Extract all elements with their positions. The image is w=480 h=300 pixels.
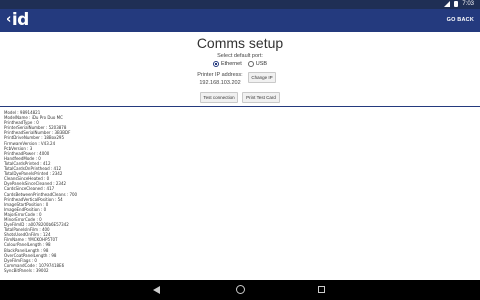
android-nav-bar — [0, 280, 480, 300]
ip-label: Printer IP address: — [197, 72, 243, 78]
change-ip-button[interactable]: Change IP — [248, 72, 276, 83]
ip-address-block: Printer IP address: 192.168.103.202 — [190, 71, 250, 87]
radio-unselected-icon — [247, 61, 254, 67]
ethernet-radio[interactable]: Ethernet — [212, 61, 242, 67]
home-icon[interactable] — [236, 285, 245, 294]
page-title: Comms setup — [196, 35, 284, 51]
port-prompt: Select default port: — [217, 53, 263, 59]
usb-radio-label: USB — [255, 61, 268, 67]
status-bar: 7:03 — [0, 0, 480, 9]
recent-apps-icon[interactable] — [318, 286, 325, 293]
printer-info-line: SyncBitPanels : 39002 — [4, 267, 49, 273]
app-logo: ‹id — [6, 10, 29, 30]
signal-icon — [444, 1, 451, 7]
status-icons: 7:03 — [444, 1, 474, 7]
comms-setup-panel: Comms setup Select default port: Etherne… — [0, 32, 480, 106]
app-bar: ‹id GO BACK — [0, 9, 480, 32]
back-icon[interactable] — [153, 286, 160, 294]
port-radio-group: Ethernet USB — [0, 61, 480, 67]
ip-value: 192.168.103.202 — [199, 80, 241, 86]
usb-radio[interactable]: USB — [247, 61, 268, 67]
section-divider — [0, 106, 480, 107]
logo-chevron-icon: ‹ — [6, 12, 11, 27]
test-connection-button[interactable]: Test connection — [200, 92, 238, 103]
go-back-button[interactable]: GO BACK — [447, 17, 474, 23]
battery-icon — [454, 1, 459, 7]
status-time: 7:03 — [462, 1, 474, 7]
ethernet-radio-label: Ethernet — [220, 61, 242, 67]
printer-info-list: Model : 98914821 ModelName : iDu Pro Duo … — [4, 110, 204, 273]
logo-text: id — [11, 10, 30, 30]
radio-selected-icon — [212, 61, 219, 67]
print-test-card-button[interactable]: Print Test Card — [242, 92, 280, 103]
